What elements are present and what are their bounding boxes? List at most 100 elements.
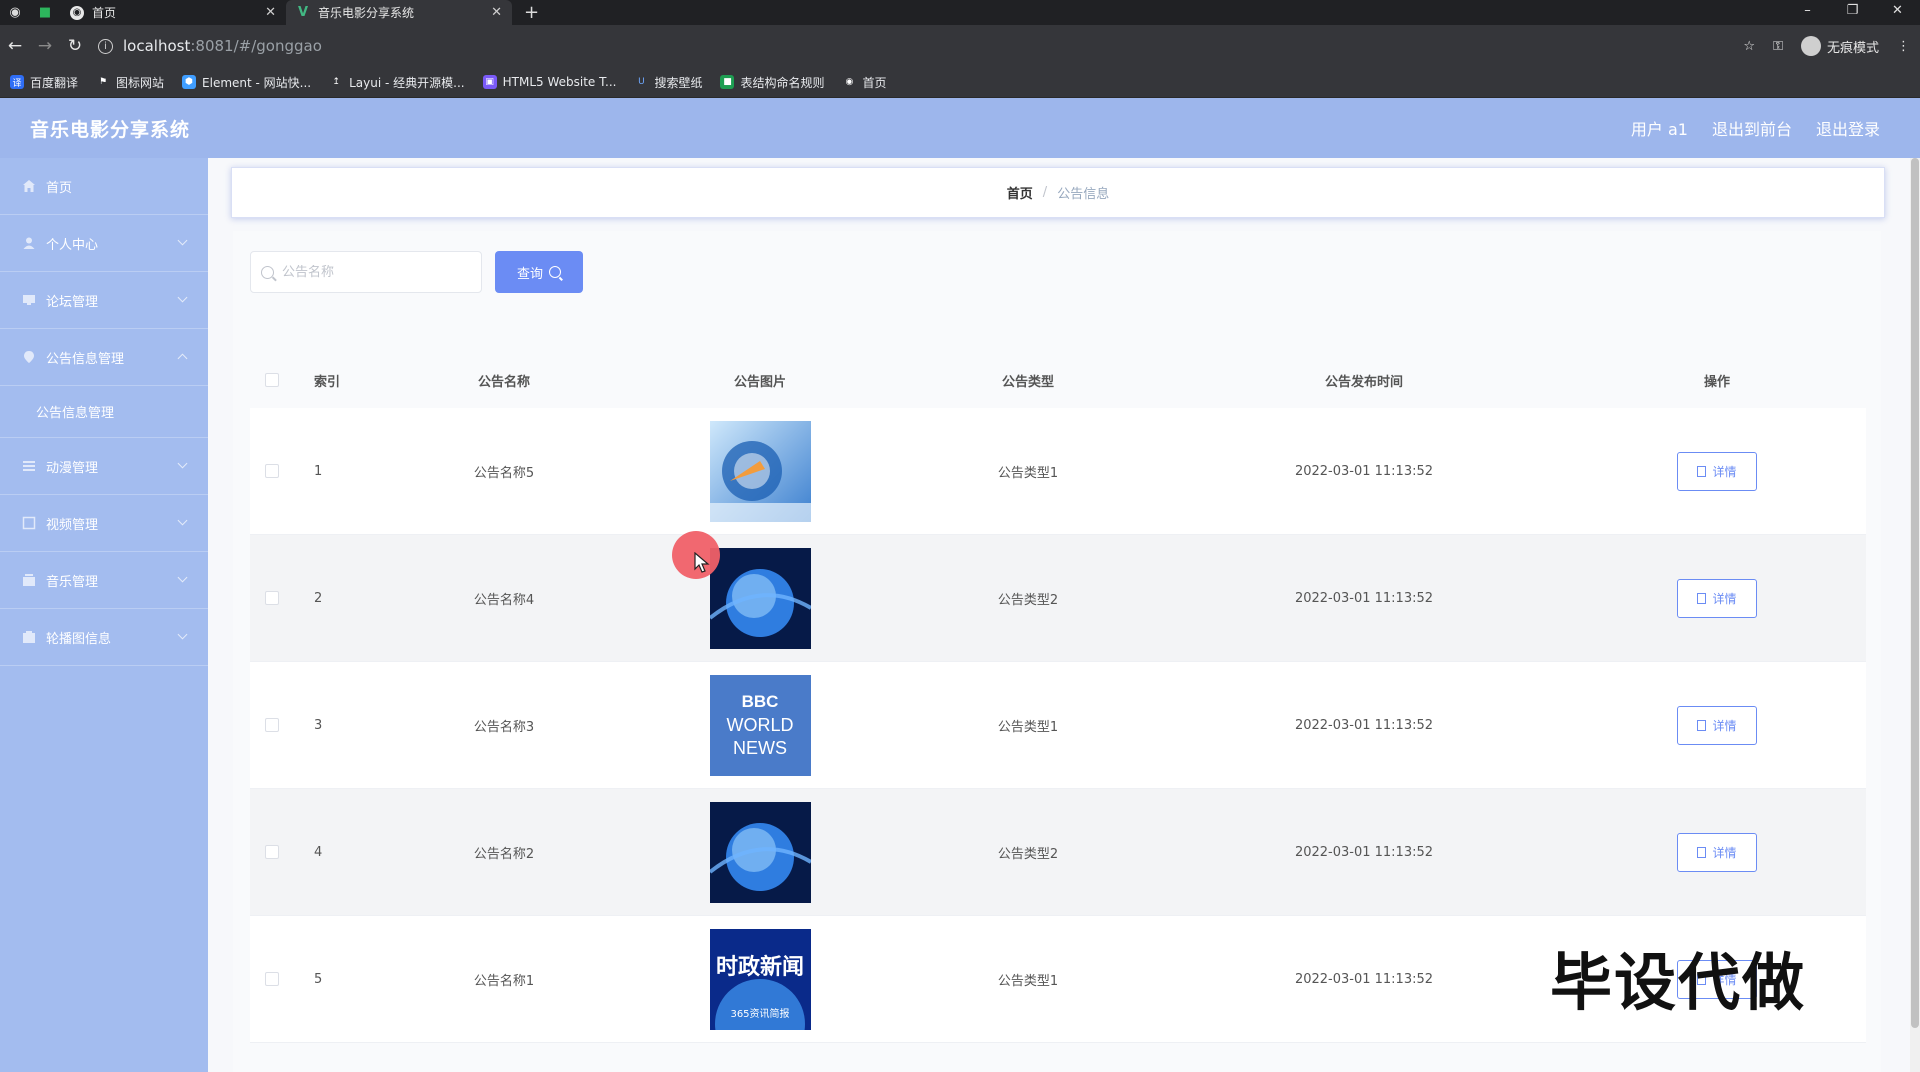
star-icon[interactable]: ☆ [1743, 39, 1755, 54]
window-close-icon[interactable]: ✕ [1875, 0, 1920, 25]
back-to-front-link[interactable]: 退出到前台 [1712, 116, 1792, 140]
sidebar-item-anime[interactable]: 动漫管理 [0, 438, 208, 495]
scrollbar-thumb[interactable] [1911, 158, 1919, 1028]
reload-icon[interactable]: ↻ [60, 36, 90, 56]
document-icon [1697, 465, 1707, 477]
sidebar-item-label: 首页 [46, 180, 73, 196]
bookmark-item[interactable]: ⬢ Element - 网站快... [182, 74, 311, 91]
search-icon [261, 265, 274, 279]
incognito-indicator[interactable]: 无痕模式 [1800, 36, 1879, 56]
sidebar-item-profile[interactable]: 个人中心 [0, 215, 208, 272]
sidebar-item-carousel[interactable]: 轮播图信息 [0, 609, 208, 666]
search-field[interactable] [250, 251, 482, 293]
wallpaper-icon: U [638, 77, 645, 87]
search-button[interactable]: 查询 [495, 251, 583, 293]
submenu-item-notice-manage[interactable]: 公告信息管理 [0, 386, 208, 438]
breadcrumb-current: 公告信息 [1057, 187, 1110, 202]
row-time: 2022-03-01 11:13:52 [1294, 590, 1434, 606]
select-all-checkbox[interactable] [265, 373, 279, 387]
close-icon[interactable]: ✕ [491, 5, 502, 20]
sidebar-item-label: 视频管理 [46, 517, 99, 533]
search-input[interactable] [282, 264, 462, 280]
html5-icon: ▣ [482, 75, 497, 89]
table-row: 3 公告名称3 BBC WORLD NEWS 公告类型1 2022-03-01 … [250, 662, 1866, 789]
detail-button[interactable]: 详情 [1677, 451, 1757, 491]
sidebar-item-forum[interactable]: 论坛管理 [0, 272, 208, 329]
row-checkbox[interactable] [265, 464, 279, 478]
document-icon [1697, 719, 1707, 731]
table-row: 2 公告名称4 公告类型2 2022-03-01 11:13:52 详情 [250, 535, 1866, 662]
sidebar-item-music[interactable]: 音乐管理 [0, 552, 208, 609]
carousel-icon [22, 630, 36, 644]
browser-tab-app[interactable]: V 音乐电影分享系统 ✕ [286, 0, 512, 25]
earth-blue-image [709, 547, 811, 649]
sidebar-item-label: 音乐管理 [46, 574, 99, 590]
row-checkbox[interactable] [265, 591, 279, 605]
row-name: 公告名称2 [473, 846, 535, 862]
bookmark-item[interactable]: 译百度翻译 [10, 74, 78, 91]
row-type: 公告类型2 [997, 592, 1059, 608]
more-menu-icon[interactable]: ⋮ [1897, 39, 1910, 54]
detail-button[interactable]: 详情 [1677, 832, 1757, 872]
detail-button[interactable]: 详情 [1677, 705, 1757, 745]
row-type: 公告类型2 [997, 846, 1059, 862]
row-index: 3 [314, 717, 323, 733]
bookmark-item[interactable]: ■ 表结构命名规则 [720, 74, 824, 91]
logout-link[interactable]: 退出登录 [1816, 116, 1880, 140]
table-row: 1 公告名称5 公告类型1 2022-03-01 11:13:52 详情 [250, 408, 1866, 535]
watermark-text: 毕设代做 [1550, 946, 1807, 1019]
sidebar-item-label: 动漫管理 [46, 460, 99, 476]
bookmark-item[interactable]: ⚑ 图标网站 [96, 74, 164, 91]
bookmark-item[interactable]: U 搜索壁纸 [634, 74, 702, 91]
forward-icon[interactable]: → [30, 36, 60, 56]
bbc-world-news-image: BBC WORLD NEWS [709, 674, 811, 776]
user-name-link[interactable]: 用户 a1 [1631, 116, 1688, 140]
row-time: 2022-03-01 11:13:52 [1294, 971, 1434, 987]
info-icon[interactable]: i [98, 38, 113, 54]
restore-icon[interactable]: ❐ [1830, 0, 1875, 25]
scrollbar[interactable] [1910, 158, 1920, 1072]
pinned-tab-icon[interactable]: ■ [30, 0, 60, 25]
breadcrumb-home[interactable]: 首页 [1007, 183, 1033, 202]
breadcrumb: 首页 / 公告信息 [231, 167, 1885, 218]
row-time: 2022-03-01 11:13:52 [1294, 463, 1434, 479]
sidebar-item-label: 论坛管理 [46, 294, 99, 310]
document-icon [1697, 846, 1707, 858]
row-name: 公告名称1 [473, 973, 535, 989]
sidebar-item-video[interactable]: 视频管理 [0, 495, 208, 552]
browser-menu-icon[interactable]: ◉ [0, 0, 30, 25]
header-time: 公告发布时间 [1324, 374, 1403, 390]
new-tab-icon[interactable]: + [524, 0, 539, 25]
url-field[interactable]: i localhost:8081/#/gonggao [98, 37, 322, 55]
earth-blue-image [709, 801, 811, 903]
video-icon [22, 516, 36, 530]
image-text: 时政新闻 [715, 954, 803, 980]
browser-tab-home[interactable]: ◉ 首页 ✕ [60, 0, 286, 25]
table-row: 4 公告名称2 公告类型2 2022-03-01 11:13:52 详情 [250, 789, 1866, 916]
user-icon [22, 236, 36, 250]
detail-button[interactable]: 详情 [1677, 578, 1757, 618]
minimize-icon[interactable]: – [1785, 0, 1830, 25]
bookmark-item[interactable]: ◉ 首页 [842, 74, 887, 91]
row-index: 2 [314, 590, 323, 606]
sidebar-item-notice[interactable]: 公告信息管理 [0, 329, 208, 386]
row-index: 5 [314, 971, 323, 987]
bookmark-item[interactable]: ▣ HTML5 Website T... [482, 75, 616, 89]
row-checkbox[interactable] [265, 845, 279, 859]
home-icon [22, 179, 36, 193]
bookmark-item[interactable]: ↥ Layui - 经典开源模... [329, 74, 464, 91]
image-text: WORLD [726, 715, 793, 735]
flag-icon: ⚑ [98, 77, 108, 87]
back-icon[interactable]: ← [0, 36, 30, 56]
row-checkbox[interactable] [265, 718, 279, 732]
row-checkbox[interactable] [265, 972, 279, 986]
sidebar-item-label: 轮播图信息 [46, 631, 112, 647]
image-text: NEWS [733, 738, 787, 758]
close-icon[interactable]: ✕ [265, 5, 276, 20]
vue-logo-icon: V [297, 5, 309, 20]
key-icon[interactable]: ⚿ [1773, 39, 1783, 54]
url-path: :8081/#/gonggao [190, 37, 322, 55]
row-index: 4 [314, 844, 323, 860]
sidebar-item-home[interactable]: 首页 [0, 158, 208, 215]
tab-label: 音乐电影分享系统 [318, 6, 415, 20]
